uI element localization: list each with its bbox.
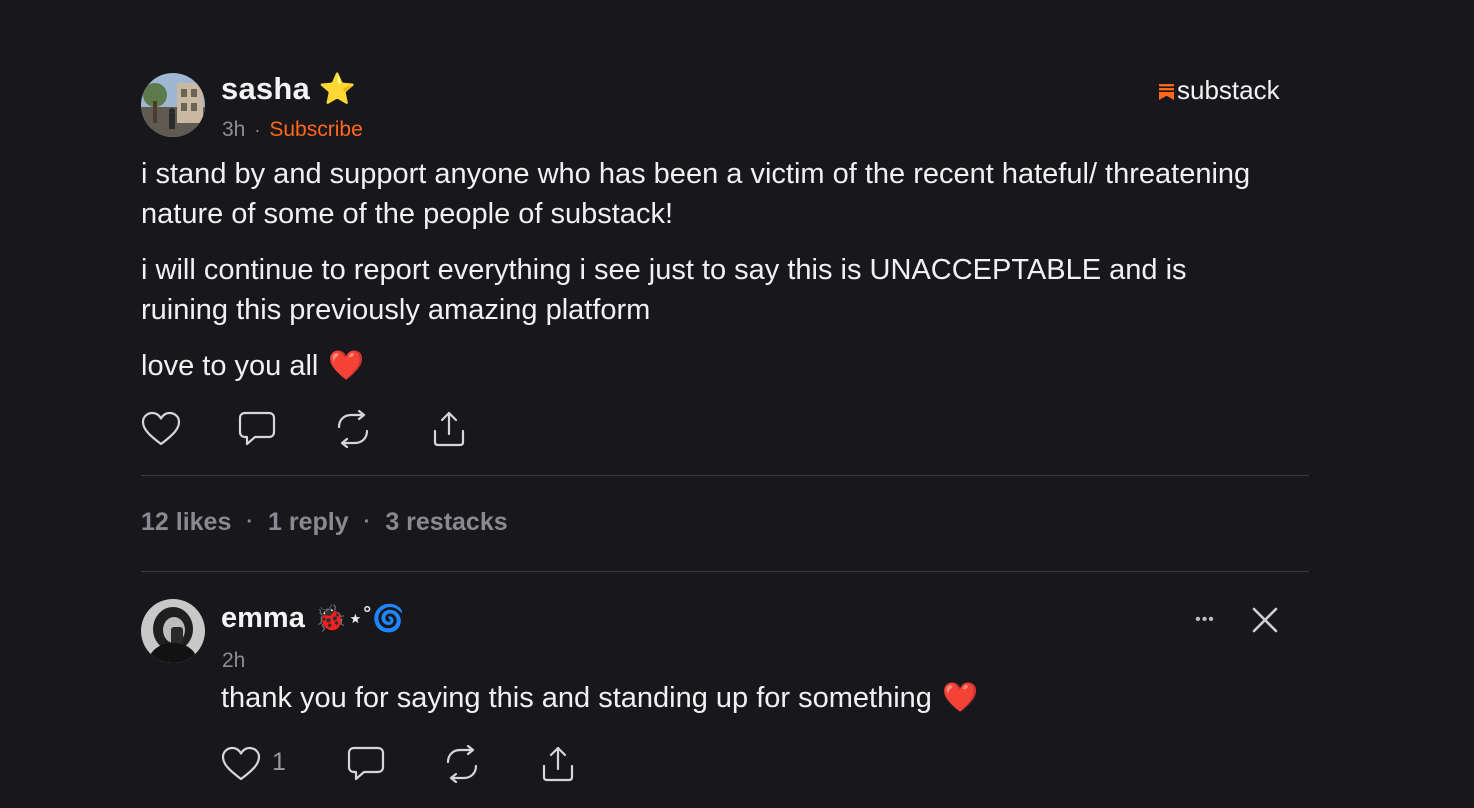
subscribe-link[interactable]: Subscribe [269, 118, 362, 142]
close-button[interactable] [1245, 600, 1285, 640]
reply-comment-button[interactable] [343, 741, 389, 787]
note-paragraph-3: love to you all ❤️ [141, 346, 1281, 386]
note-timestamp: 3h [222, 118, 246, 141]
more-options-button[interactable]: ••• [1183, 602, 1227, 638]
share-icon [433, 411, 465, 447]
note-paragraph-2: i will continue to report everything i s… [141, 254, 1187, 326]
reply-author-name-text[interactable]: emma [221, 602, 305, 635]
substack-brand[interactable]: substack [1159, 75, 1280, 106]
reply-author-avatar[interactable] [141, 599, 205, 663]
star-badge-icon: ⭐ [318, 72, 357, 106]
reply-like-count: 1 [272, 748, 286, 776]
note-paragraph-1: i stand by and support anyone who has be… [141, 158, 1251, 230]
note-meta: 3h · Subscribe [222, 118, 363, 142]
author-avatar[interactable] [141, 73, 205, 137]
author-name-text[interactable]: sasha [221, 71, 310, 107]
restack-icon [446, 745, 478, 783]
reply-timestamp: 2h [222, 649, 246, 672]
stats-separator: · [363, 511, 371, 533]
divider-top [141, 475, 1309, 476]
reply-restack-button[interactable] [439, 741, 485, 787]
meta-separator: · [254, 119, 261, 140]
reply-share-button[interactable] [535, 741, 581, 787]
likes-count-link[interactable]: 12 likes [141, 508, 231, 537]
replies-count-link[interactable]: 1 reply [268, 508, 349, 537]
avatar-photo [141, 599, 205, 663]
reply-body-text: thank you for saying this and standing u… [221, 681, 932, 714]
brand-label: substack [1177, 75, 1280, 105]
comment-icon [347, 746, 385, 781]
note-stats: 12 likes · 1 reply · 3 restacks [141, 508, 508, 537]
divider-bottom [141, 571, 1309, 572]
note-paragraph-3-text: love to you all [141, 350, 319, 382]
red-heart-emoji: ❤️ [328, 350, 365, 382]
heart-icon [141, 411, 181, 446]
red-heart-emoji: ❤️ [941, 682, 979, 714]
share-icon [542, 746, 574, 782]
restacks-count-link[interactable]: 3 restacks [385, 508, 507, 537]
reply-author-name[interactable]: emma 🐞⋆˚🌀 [221, 602, 405, 635]
share-button[interactable] [426, 406, 472, 452]
stats-separator: · [246, 511, 254, 533]
avatar-photo [141, 73, 205, 137]
like-button[interactable] [138, 406, 184, 452]
comment-button[interactable] [234, 406, 280, 452]
restack-icon [337, 410, 369, 448]
author-name[interactable]: sasha ⭐ [221, 71, 356, 107]
reply-like-button[interactable] [218, 741, 264, 787]
heart-icon [221, 746, 261, 781]
comment-icon [238, 411, 276, 446]
substack-logo-icon [1159, 83, 1174, 100]
ladybug-swirl-decoration: 🐞⋆˚🌀 [314, 603, 405, 633]
restack-button[interactable] [330, 406, 376, 452]
reply-body: thank you for saying this and standing u… [221, 681, 978, 715]
close-icon [1252, 607, 1278, 633]
more-options-icon: ••• [1195, 611, 1215, 628]
